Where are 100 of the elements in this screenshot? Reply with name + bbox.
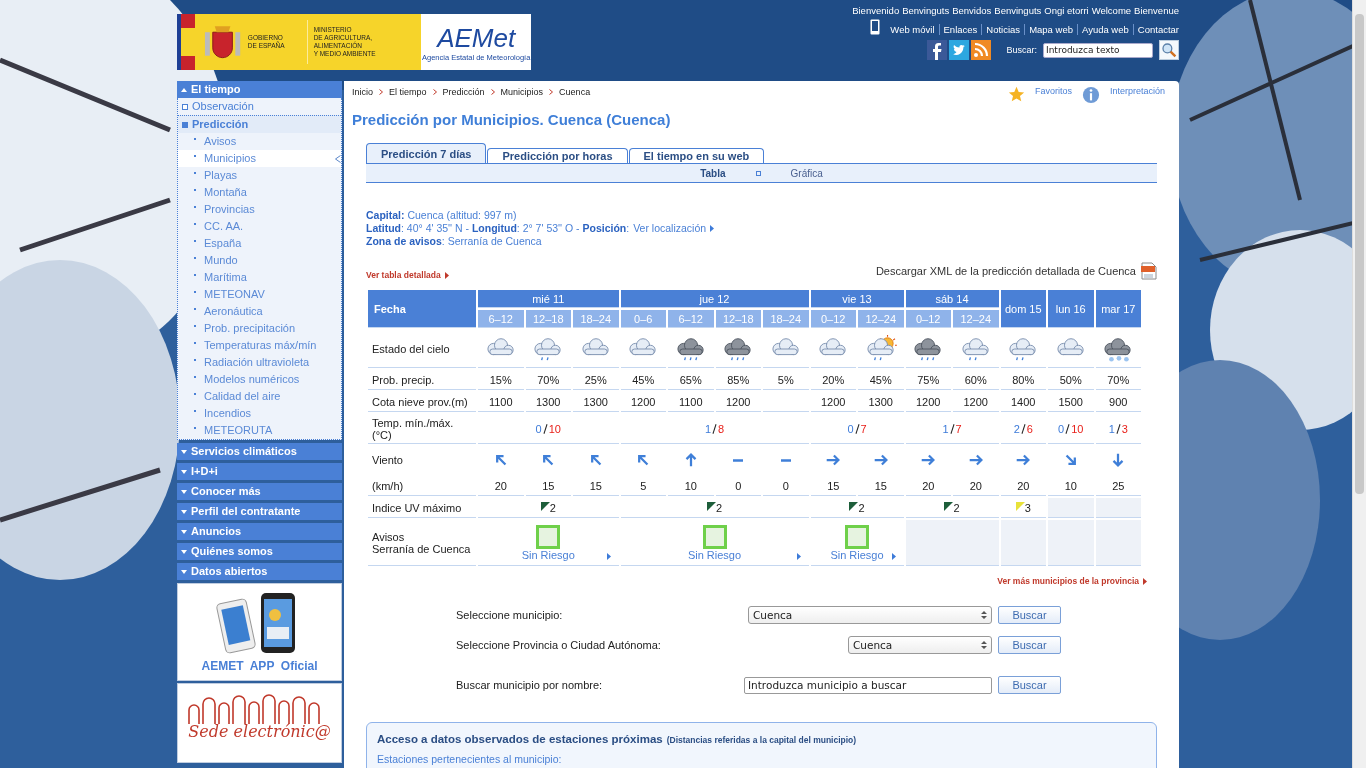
view-tab[interactable]: Gráfica bbox=[790, 167, 823, 179]
header-link[interactable]: Contactar bbox=[1132, 24, 1179, 35]
header-link[interactable]: Ayuda web bbox=[1076, 24, 1133, 35]
menu-item[interactable]: Marítima bbox=[178, 269, 341, 286]
menu-section[interactable]: Datos abiertos bbox=[177, 563, 342, 580]
app-promo-card[interactable]: AEMET APP Oficial bbox=[177, 583, 342, 681]
language-link[interactable]: Bienvenido bbox=[852, 5, 900, 16]
input-field[interactable]: Introduzca municipio a buscar bbox=[744, 676, 992, 694]
breadcrumb-link[interactable]: Inicio bbox=[352, 87, 373, 97]
period-header: 18–24 bbox=[573, 310, 619, 328]
menu-item[interactable]: Temperaturas máx/mín bbox=[178, 337, 341, 354]
table-cell: 1300 bbox=[858, 392, 904, 412]
period-header: 0–12 bbox=[905, 310, 951, 328]
detail-table-link[interactable]: Ver tabla detallada bbox=[366, 270, 441, 280]
more-municipalities-link[interactable]: Ver más municipios de la provincia bbox=[997, 576, 1139, 586]
breadcrumb-link[interactable]: Municipios bbox=[500, 87, 544, 97]
max-temperature: 6 bbox=[1026, 422, 1033, 435]
period-header: 0–12 bbox=[810, 310, 856, 328]
search-button[interactable]: Buscar bbox=[998, 606, 1061, 624]
triangle-icon bbox=[710, 225, 715, 232]
language-link[interactable]: Bienvenue bbox=[1134, 5, 1179, 16]
menu-item[interactable]: Modelos numéricos bbox=[178, 371, 341, 388]
menu-section[interactable]: Quiénes somos bbox=[177, 543, 342, 560]
language-link[interactable]: Benvidos bbox=[952, 5, 992, 16]
form-label: Buscar municipio por nombre: bbox=[456, 679, 604, 691]
language-link[interactable]: Benvinguts bbox=[994, 5, 1042, 16]
menu-section[interactable]: Conocer más bbox=[177, 483, 342, 500]
language-link[interactable]: Welcome bbox=[1091, 5, 1132, 16]
header-link[interactable]: Web móvil bbox=[886, 24, 939, 35]
header-link[interactable]: Mapa web bbox=[1024, 24, 1077, 35]
menu-item[interactable]: Municipios bbox=[178, 150, 341, 167]
breadcrumb-link[interactable]: Cuenca bbox=[559, 87, 591, 97]
dropdown[interactable]: Cuenca bbox=[748, 606, 992, 624]
menu-item[interactable]: Montaña bbox=[178, 184, 341, 201]
day-header: sáb 14 bbox=[905, 290, 999, 308]
table-cell: 5% bbox=[763, 370, 809, 390]
spinner-icon bbox=[981, 610, 987, 620]
menu-item[interactable]: España bbox=[178, 235, 341, 252]
favorites-link[interactable]: Favoritos bbox=[1034, 86, 1072, 96]
menu-item[interactable]: Playas bbox=[178, 167, 341, 184]
table-cell: 10 bbox=[668, 476, 714, 496]
table-cell: 1200 bbox=[953, 392, 999, 412]
facebook-icon[interactable] bbox=[927, 40, 948, 60]
menu-item[interactable]: METEORUTA bbox=[178, 422, 341, 439]
stations-link[interactable]: Estaciones pertenecientes al municipio: bbox=[377, 753, 562, 765]
menu-item[interactable]: Mundo bbox=[178, 252, 341, 269]
language-link[interactable]: Ongi etorri bbox=[1044, 5, 1089, 16]
table-cell: 85% bbox=[715, 370, 761, 390]
breadcrumb-link[interactable]: El tiempo bbox=[389, 87, 427, 97]
table-cell: 900 bbox=[1095, 392, 1141, 412]
menu-section[interactable]: Perfil del contratante bbox=[177, 503, 342, 520]
menu-item[interactable]: Predicción bbox=[178, 115, 341, 133]
dropdown[interactable]: Cuenca bbox=[848, 636, 992, 654]
menu-item[interactable]: CC. AA. bbox=[178, 218, 341, 235]
breadcrumb-link[interactable]: Predicción bbox=[442, 87, 485, 97]
menu-item[interactable]: METEONAV bbox=[178, 286, 341, 303]
xml-file-icon bbox=[1141, 262, 1157, 280]
separator-icon bbox=[755, 170, 761, 176]
twitter-icon[interactable] bbox=[949, 40, 970, 60]
menu-item[interactable]: Incendios bbox=[178, 405, 341, 422]
search-button[interactable] bbox=[1159, 40, 1179, 60]
header-link[interactable]: Enlaces bbox=[938, 24, 982, 35]
mobile-phone-icon bbox=[870, 19, 881, 35]
e-office-card[interactable]: Sede electrónic@ bbox=[177, 683, 342, 763]
warning-link[interactable]: Sin Riesgo bbox=[687, 548, 742, 561]
search-button[interactable]: Buscar bbox=[998, 676, 1061, 694]
menu-item[interactable]: Radiación ultravioleta bbox=[178, 354, 341, 371]
min-temperature: 0 bbox=[1058, 422, 1065, 435]
xml-download-link[interactable]: Descargar XML de la predicción detallada de Cuenca bbox=[875, 265, 1136, 277]
language-link[interactable]: Benvinguts bbox=[902, 5, 950, 16]
menu-item[interactable]: Aeronáutica bbox=[178, 303, 341, 320]
search-button[interactable]: Buscar bbox=[998, 636, 1061, 654]
warning-link[interactable]: Sin Riesgo bbox=[521, 548, 575, 561]
table-cell: 75% bbox=[905, 370, 951, 390]
menu-section[interactable]: El tiempo bbox=[177, 81, 342, 98]
warning-link[interactable]: Sin Riesgo bbox=[830, 548, 884, 561]
menu-section[interactable]: Anuncios bbox=[177, 523, 342, 540]
menu-item[interactable]: Observación bbox=[178, 98, 341, 115]
capital-info: Capital: Cuenca (altitud: 997 m) bbox=[366, 209, 518, 222]
tab[interactable]: Predicción por horas bbox=[487, 148, 628, 163]
rss-icon[interactable] bbox=[971, 40, 992, 60]
tab[interactable]: Predicción 7 días bbox=[366, 143, 487, 163]
location-link[interactable]: Ver localización bbox=[633, 222, 707, 235]
menu-section[interactable]: I+D+i bbox=[177, 463, 342, 480]
min-temperature: 0 bbox=[535, 422, 542, 435]
row-label: Cota nieve prov.(m) bbox=[368, 392, 476, 412]
menu-item[interactable]: Avisos bbox=[178, 133, 341, 150]
menu-section[interactable]: Servicios climáticos bbox=[177, 443, 342, 460]
menu-item[interactable]: Prob. precipitación bbox=[178, 320, 341, 337]
header-link[interactable]: Noticias bbox=[981, 24, 1025, 35]
table-cell: 1200 bbox=[905, 392, 951, 412]
table-cell: 25% bbox=[573, 370, 619, 390]
interpretation-link[interactable]: Interpretación bbox=[1109, 86, 1165, 96]
min-temperature: 1 bbox=[704, 422, 711, 435]
tab[interactable]: El tiempo en su web bbox=[628, 148, 765, 163]
period-header: 12–18 bbox=[525, 310, 571, 328]
menu-item[interactable]: Calidad del aire bbox=[178, 388, 341, 405]
scroll-bar[interactable] bbox=[1352, 0, 1366, 768]
menu-item[interactable]: Provincias bbox=[178, 201, 341, 218]
view-tab[interactable]: Tabla bbox=[700, 167, 726, 179]
